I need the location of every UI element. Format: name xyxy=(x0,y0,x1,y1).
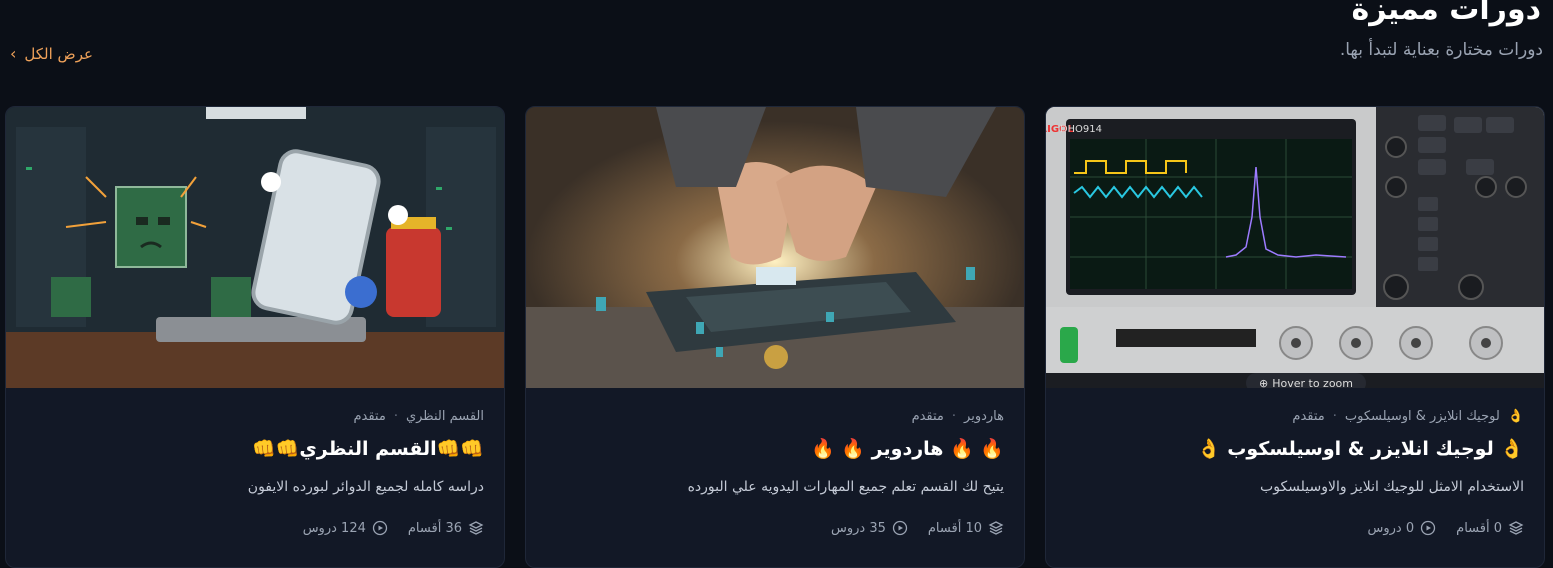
zoom-icon: ⊕ xyxy=(1258,376,1269,389)
play-circle-icon xyxy=(1420,520,1436,536)
course-thumbnail[interactable] xyxy=(6,107,504,388)
course-description: دراسه كامله لجميع الدوائر لبورده الايفون xyxy=(247,479,484,495)
course-meta: القسم النظري · متقدم xyxy=(353,409,484,424)
svg-text:DHO914: DHO914 xyxy=(1060,124,1102,135)
course-category: القسم النظري xyxy=(405,409,484,424)
course-level: متقدم xyxy=(353,409,386,424)
course-card-theory[interactable]: القسم النظري · متقدم 👊👊القسم النظري👊👊 در… xyxy=(5,106,505,568)
play-circle-icon xyxy=(892,520,908,536)
meta-separator: · xyxy=(393,409,398,424)
course-stats: 0 أقسام 0 دروس xyxy=(1368,520,1525,536)
lessons-stat: 0 دروس xyxy=(1368,520,1437,536)
layers-icon xyxy=(988,521,1004,535)
lessons-stat: 35 دروس xyxy=(831,520,908,536)
course-card-hardware[interactable]: هاردوير · متقدم 🔥 🔥 هاردوير 🔥 🔥 يتيح لك … xyxy=(525,106,1025,568)
layers-icon xyxy=(468,521,484,535)
course-card-oscilloscope[interactable]: RIGOL DHO914 xyxy=(1045,106,1545,568)
course-thumbnail[interactable] xyxy=(526,107,1024,388)
course-stats: 36 أقسام 124 دروس xyxy=(303,520,484,536)
page-subtitle: دورات مختارة بعناية لتبدأ بها. xyxy=(1339,40,1543,60)
category-emoji: 👌 xyxy=(1507,409,1524,424)
view-all-label: عرض الكل xyxy=(24,44,93,63)
sections-stat: 0 أقسام xyxy=(1456,520,1524,536)
course-thumbnail[interactable]: RIGOL DHO914 xyxy=(1046,107,1544,388)
course-title[interactable]: 🔥 🔥 هاردوير 🔥 🔥 xyxy=(811,437,1004,460)
course-title[interactable]: 👊👊القسم النظري👊👊 xyxy=(252,437,484,460)
course-description: الاستخدام الامثل للوجيك انلايز والاوسيلس… xyxy=(1260,479,1524,495)
course-category: هاردوير xyxy=(964,409,1004,424)
sections-stat: 36 أقسام xyxy=(408,520,484,536)
course-title[interactable]: 👌 لوجيك انلايزر & اوسيلسكوب 👌 xyxy=(1197,437,1524,460)
play-circle-icon xyxy=(372,520,388,536)
view-all-link[interactable]: ‹ عرض الكل xyxy=(10,44,93,63)
sections-stat: 10 أقسام xyxy=(928,520,1004,536)
course-category: لوجيك انلايزر & اوسيلسكوب xyxy=(1344,409,1500,424)
chevron-left-icon: ‹ xyxy=(10,44,17,63)
course-meta: 👌 لوجيك انلايزر & اوسيلسكوب · متقدم xyxy=(1292,409,1524,424)
course-level: متقدم xyxy=(1292,409,1325,424)
course-description: يتيح لك القسم تعلم جميع المهارات اليدويه… xyxy=(687,479,1004,495)
lessons-stat: 124 دروس xyxy=(303,520,388,536)
page-title: دورات مميزة xyxy=(1351,0,1542,27)
meta-separator: · xyxy=(1332,409,1337,424)
course-level: متقدم xyxy=(911,409,944,424)
hover-zoom-badge: ⊕ Hover to zoom xyxy=(1246,373,1366,388)
layers-icon xyxy=(1508,521,1524,535)
course-meta: هاردوير · متقدم xyxy=(912,409,1004,424)
meta-separator: · xyxy=(951,409,957,424)
course-stats: 10 أقسام 35 دروس xyxy=(831,520,1004,536)
